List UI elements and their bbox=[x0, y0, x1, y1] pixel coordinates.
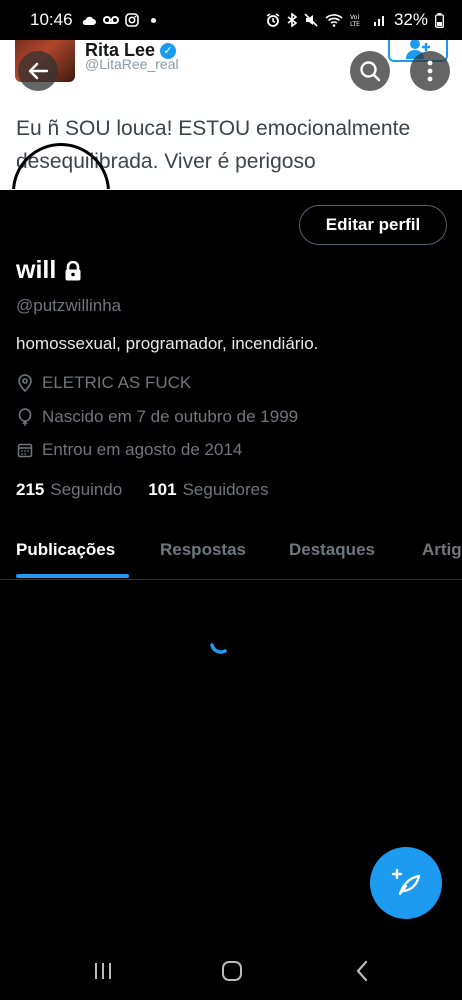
instagram-icon bbox=[124, 13, 139, 27]
profile-avatar[interactable] bbox=[12, 143, 110, 189]
more-options-button[interactable] bbox=[410, 51, 450, 91]
bluetooth-icon bbox=[287, 13, 297, 27]
alarm-icon bbox=[266, 13, 280, 27]
location-pin-icon bbox=[16, 374, 34, 392]
home-icon bbox=[222, 961, 242, 981]
followers-link[interactable]: 101 Seguidores bbox=[148, 480, 268, 500]
home-button[interactable] bbox=[218, 958, 246, 984]
mute-icon bbox=[304, 13, 318, 27]
chevron-left-icon bbox=[356, 960, 368, 982]
status-bar: 10:46 Vo) LTE 32% bbox=[0, 0, 462, 40]
profile-birth: Nascido em 7 de outubro de 1999 bbox=[16, 407, 298, 427]
arrow-left-icon bbox=[28, 62, 49, 80]
profile-birth-text: Nascido em 7 de outubro de 1999 bbox=[42, 407, 299, 426]
tab-destaques[interactable]: Destaques bbox=[289, 540, 375, 560]
search-button[interactable] bbox=[350, 51, 390, 91]
followers-count: 101 bbox=[148, 480, 177, 499]
recent-apps-icon bbox=[95, 963, 111, 979]
profile-location: ELETRIC AS FUCK bbox=[16, 373, 191, 393]
search-icon bbox=[360, 61, 381, 82]
edit-profile-button[interactable]: Editar perfil bbox=[299, 205, 447, 245]
notification-dot bbox=[150, 17, 156, 23]
compose-post-button[interactable] bbox=[370, 847, 442, 919]
profile-joined-text: Entrou em agosto de 2014 bbox=[42, 440, 243, 459]
cloud-icon bbox=[82, 16, 96, 25]
followers-label: Seguidores bbox=[182, 480, 269, 499]
system-back-button[interactable] bbox=[348, 958, 376, 984]
profile-bio: homossexual, programador, incendiário. bbox=[16, 334, 319, 353]
more-vertical-icon bbox=[427, 60, 433, 82]
display-name: will bbox=[16, 256, 82, 285]
voicemail-icon bbox=[102, 16, 119, 24]
active-tab-indicator bbox=[16, 574, 129, 578]
system-navigation-bar bbox=[0, 940, 462, 1000]
lock-icon bbox=[65, 260, 81, 280]
wifi-icon bbox=[325, 14, 343, 27]
volte-icon: Vo)LTE bbox=[350, 14, 360, 27]
follow-stats: 215 Seguindo 101 Seguidores bbox=[16, 480, 269, 500]
display-name-text: will bbox=[16, 256, 57, 284]
tab-artigos[interactable]: Artigos bbox=[422, 540, 462, 560]
recent-apps-button[interactable] bbox=[89, 958, 117, 984]
following-label: Seguindo bbox=[50, 480, 123, 499]
profile-joined: Entrou em agosto de 2014 bbox=[16, 440, 242, 460]
battery-percent: 32% bbox=[393, 10, 428, 29]
feather-plus-icon bbox=[391, 868, 421, 896]
battery-icon bbox=[435, 12, 444, 28]
balloon-icon bbox=[16, 408, 34, 426]
profile-location-text: ELETRIC AS FUCK bbox=[42, 373, 192, 392]
banner-author-handle: @LitaRee_real bbox=[85, 56, 179, 72]
loading-spinner-icon bbox=[210, 643, 227, 654]
profile-handle: @putzwillinha bbox=[16, 296, 122, 315]
status-time: 10:46 bbox=[30, 10, 73, 29]
profile-tabs: Publicações Respostas Destaques Artigos bbox=[0, 524, 462, 580]
svg-text:LTE: LTE bbox=[350, 21, 360, 27]
following-link[interactable]: 215 Seguindo bbox=[16, 480, 122, 500]
back-button[interactable] bbox=[18, 51, 58, 91]
tab-publicacoes[interactable]: Publicações bbox=[16, 540, 115, 560]
calendar-icon bbox=[16, 441, 34, 459]
tab-respostas[interactable]: Respostas bbox=[160, 540, 246, 560]
following-count: 215 bbox=[16, 480, 45, 499]
svg-text:Vo): Vo) bbox=[350, 14, 360, 21]
signal-icon bbox=[373, 16, 384, 26]
